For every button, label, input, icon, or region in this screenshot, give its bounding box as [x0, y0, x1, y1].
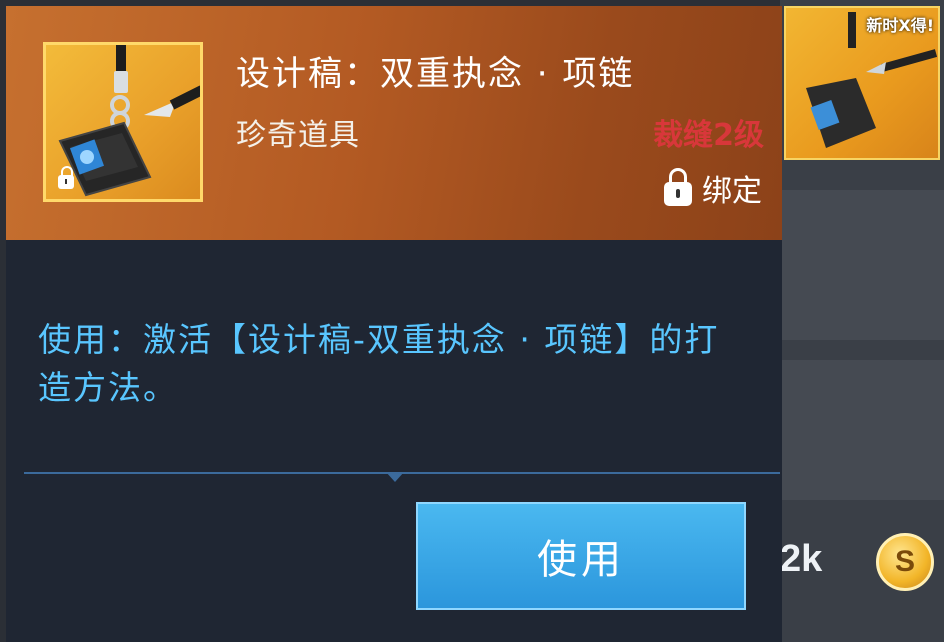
tailor-level-requirement: 裁缝2级 — [653, 118, 764, 153]
item-category: 珍奇道具 — [236, 118, 360, 153]
item-description: 使用：激活【设计稿-双重执念 · 项链】的打造方法。 — [38, 320, 720, 407]
background-slot — [780, 360, 944, 500]
lock-icon — [664, 168, 692, 206]
item-title: 设计稿：双重执念 · 项链 — [236, 54, 635, 94]
bind-status: 绑定 — [664, 166, 762, 210]
lock-icon — [58, 166, 74, 189]
side-item-tag: 新时X得! — [866, 16, 934, 35]
divider-arrow-icon — [386, 472, 404, 482]
coin-symbol: S — [894, 545, 915, 578]
price-text: 2k — [780, 538, 823, 580]
use-button[interactable]: 使用 — [416, 502, 746, 610]
bind-label: 绑定 — [702, 174, 762, 209]
side-item-card[interactable]: 新时X得! — [784, 6, 940, 160]
tooltip-header: 设计稿：双重执念 · 项链 珍奇道具 裁缝2级 绑定 — [6, 6, 782, 240]
coin-icon: S — [876, 533, 934, 591]
item-tooltip: 设计稿：双重执念 · 项链 珍奇道具 裁缝2级 绑定 使用：激活【设计稿-双重执… — [6, 6, 782, 642]
item-icon-frame — [43, 42, 203, 202]
background-slot — [780, 190, 944, 340]
